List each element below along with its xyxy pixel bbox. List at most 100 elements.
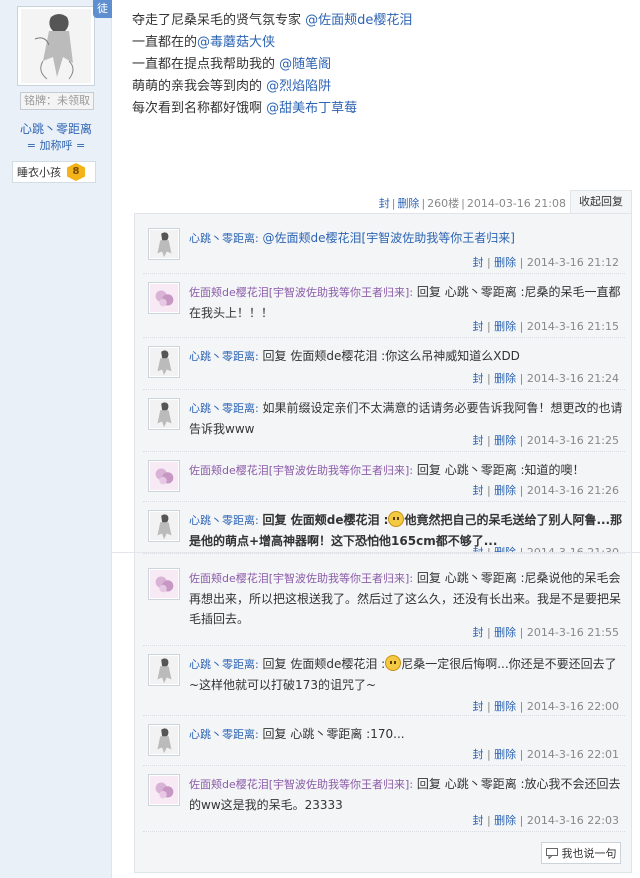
reply-avatar[interactable] <box>148 228 180 260</box>
avatar-illustration <box>150 726 178 754</box>
reply-avatar[interactable] <box>148 346 180 378</box>
author-corner-badge: 徒 <box>93 0 112 18</box>
block-link[interactable]: 封 <box>472 748 483 761</box>
floor-number: 260楼 <box>427 197 460 210</box>
reply-username[interactable]: 心跳丶零距离: <box>189 728 259 741</box>
medal-button[interactable]: 铭牌：未领取 <box>20 92 94 110</box>
reply-text: 心跳丶零距离: @佐面颊de樱花泪[宇智波佐助我等你王者归来] <box>189 231 515 245</box>
author-name-link[interactable]: 心跳丶零距离 <box>0 120 112 137</box>
avatar-illustration <box>150 230 178 258</box>
avatar-illustration <box>21 9 91 83</box>
avatar-illustration <box>150 462 178 490</box>
mention-link[interactable]: @毒蘑菇大侠 <box>197 35 275 50</box>
reply-list: 心跳丶零距离: @佐面颊de樱花泪[宇智波佐助我等你王者归来] 封 | 删除 |… <box>134 213 632 873</box>
block-link[interactable]: 封 <box>472 372 483 385</box>
delete-link[interactable]: 删除 <box>494 626 516 639</box>
reply-username[interactable]: 心跳丶零距离: <box>189 402 259 415</box>
reply-item: 佐面颊de樱花泪[宇智波佐助我等你王者归来]: 回复 心跳丶零距离 :知道的噢！… <box>143 454 625 502</box>
reply-meta: 封 | 删除 | 2014-3-16 21:25 <box>472 434 619 447</box>
reply-username[interactable]: 心跳丶零距离: <box>189 350 259 363</box>
level-number: 8 <box>67 163 85 181</box>
reply-time: 2014-3-16 22:00 <box>526 700 619 713</box>
reply-item: 心跳丶零距离: 回复 佐面颊de樱花泪 :你这么吊神威知道么XDD 封 | 删除… <box>143 340 625 390</box>
reply-meta: 封 | 删除 | 2014-3-16 22:01 <box>472 748 619 761</box>
reply-username[interactable]: 心跳丶零距离: <box>189 514 259 527</box>
delete-link[interactable]: 删除 <box>397 197 419 210</box>
reply-text: 佐面颊de樱花泪[宇智波佐助我等你王者归来]: 回复 心跳丶零距离 :知道的噢！ <box>189 463 585 477</box>
surprised-emoji-icon <box>388 511 405 527</box>
reply-time: 2014-3-16 21:55 <box>526 626 619 639</box>
reply-text: 佐面颊de樱花泪[宇智波佐助我等你王者归来]: 回复 心跳丶零距离 :尼桑的呆毛… <box>189 285 621 320</box>
reply-meta: 封 | 删除 | 2014-3-16 21:26 <box>472 484 619 497</box>
reply-meta: 封 | 删除 | 2014-3-16 21:12 <box>472 256 619 269</box>
reply-item: 心跳丶零距离: 回复 佐面颊de樱花泪 : 尼桑一定很后悔啊...你还是不要还回去… <box>143 648 625 716</box>
comment-icon <box>545 847 558 859</box>
block-link[interactable]: 封 <box>472 256 483 269</box>
reply-time: 2014-3-16 21:15 <box>526 320 619 333</box>
block-link[interactable]: 封 <box>472 484 483 497</box>
reply-time: 2014-3-16 21:12 <box>526 256 619 269</box>
reply-username[interactable]: 佐面颊de樱花泪[宇智波佐助我等你王者归来]: <box>189 778 413 791</box>
block-link[interactable]: 封 <box>472 700 483 713</box>
reply-avatar[interactable] <box>148 654 180 686</box>
reply-item: 佐面颊de樱花泪[宇智波佐助我等你王者归来]: 回复 心跳丶零距离 :尼桑说他的… <box>143 562 625 646</box>
post-content: 夺走了尼桑呆毛的贤气氛专家 @佐面颊de樱花泪 一直都在的@毒蘑菇大侠 一直都在… <box>132 10 622 120</box>
delete-link[interactable]: 删除 <box>494 320 516 333</box>
author-avatar[interactable] <box>17 6 95 86</box>
add-reply-button[interactable]: 我也说一句 <box>541 842 621 864</box>
sad-emoji-icon <box>385 655 402 671</box>
block-link[interactable]: 封 <box>472 320 483 333</box>
mention-link[interactable]: @甜美布丁草莓 <box>266 101 357 116</box>
reply-text: 心跳丶零距离: 回复 佐面颊de樱花泪 :你这么吊神威知道么XDD <box>189 349 520 363</box>
block-link[interactable]: 封 <box>472 626 483 639</box>
avatar-illustration <box>150 400 178 428</box>
post-line: 每次看到名称都好饿啊 @甜美布丁草莓 <box>132 101 358 116</box>
delete-link[interactable]: 删除 <box>494 434 516 447</box>
level-badge[interactable]: 睡衣小孩 8 <box>12 161 96 183</box>
delete-link[interactable]: 删除 <box>494 748 516 761</box>
reply-username[interactable]: 佐面颊de樱花泪[宇智波佐助我等你王者归来]: <box>189 464 413 477</box>
block-link[interactable]: 封 <box>379 197 390 210</box>
avatar-illustration <box>150 776 178 804</box>
post-line: 一直都在提点我帮助我的 @随笔阁 <box>132 57 332 72</box>
block-link[interactable]: 封 <box>472 434 483 447</box>
mention-link[interactable]: @佐面颊de樱花泪 <box>305 13 412 28</box>
reply-text: 心跳丶零距离: 回复 佐面颊de樱花泪 : 尼桑一定很后悔啊...你还是不要还回去… <box>189 655 617 692</box>
reply-item: 心跳丶零距离: 回复 心跳丶零距离 :170... 封 | 删除 | 2014-… <box>143 718 625 766</box>
avatar-illustration <box>150 348 178 376</box>
delete-link[interactable]: 删除 <box>494 484 516 497</box>
post-line: 萌萌的亲我会等到肉的 @烈焰陷阱 <box>132 79 332 94</box>
post-meta: 封 | 删除 | 260楼 | 2014-03-16 21:08 <box>378 197 566 210</box>
reply-username[interactable]: 心跳丶零距离: <box>189 232 259 245</box>
reply-meta: 封 | 删除 | 2014-3-16 21:15 <box>472 320 619 333</box>
delete-link[interactable]: 删除 <box>494 372 516 385</box>
reply-avatar[interactable] <box>148 568 180 600</box>
reply-time: 2014-3-16 21:25 <box>526 434 619 447</box>
reply-text: 心跳丶零距离: 回复 心跳丶零距离 :170... <box>189 727 405 741</box>
block-link[interactable]: 封 <box>472 814 483 827</box>
reply-avatar[interactable] <box>148 398 180 430</box>
add-title-link[interactable]: = 加称呼 = <box>0 137 112 153</box>
reply-username[interactable]: 佐面颊de樱花泪[宇智波佐助我等你王者归来]: <box>189 572 413 585</box>
reply-avatar[interactable] <box>148 510 180 542</box>
mention-link[interactable]: @随笔阁 <box>279 57 331 72</box>
reply-avatar[interactable] <box>148 724 180 756</box>
reply-username[interactable]: 心跳丶零距离: <box>189 658 259 671</box>
mention-link[interactable]: @烈焰陷阱 <box>266 79 331 94</box>
reply-time: 2014-3-16 22:01 <box>526 748 619 761</box>
reply-avatar[interactable] <box>148 460 180 492</box>
post-line: 夺走了尼桑呆毛的贤气氛专家 @佐面颊de樱花泪 <box>132 13 413 28</box>
delete-link[interactable]: 删除 <box>494 700 516 713</box>
reply-time: 2014-3-16 21:24 <box>526 372 619 385</box>
reply-avatar[interactable] <box>148 282 180 314</box>
reply-item: 佐面颊de樱花泪[宇智波佐助我等你王者归来]: 回复 心跳丶零距离 :放心我不会… <box>143 768 625 832</box>
delete-link[interactable]: 删除 <box>494 814 516 827</box>
avatar-illustration <box>150 656 178 684</box>
reply-item: 心跳丶零距离: 如果前缀设定亲们不太满意的话请务必要告诉我阿鲁！想更改的也请告诉… <box>143 392 625 452</box>
reply-avatar[interactable] <box>148 774 180 806</box>
reply-item: 心跳丶零距离: 回复 佐面颊de樱花泪 : 他竟然把自己的呆毛送给了别人阿鲁...… <box>143 504 625 554</box>
reply-meta: 封 | 删除 | 2014-3-16 22:00 <box>472 700 619 713</box>
delete-link[interactable]: 删除 <box>494 256 516 269</box>
collapse-replies-button[interactable]: 收起回复 <box>570 190 632 214</box>
reply-username[interactable]: 佐面颊de樱花泪[宇智波佐助我等你王者归来]: <box>189 286 413 299</box>
